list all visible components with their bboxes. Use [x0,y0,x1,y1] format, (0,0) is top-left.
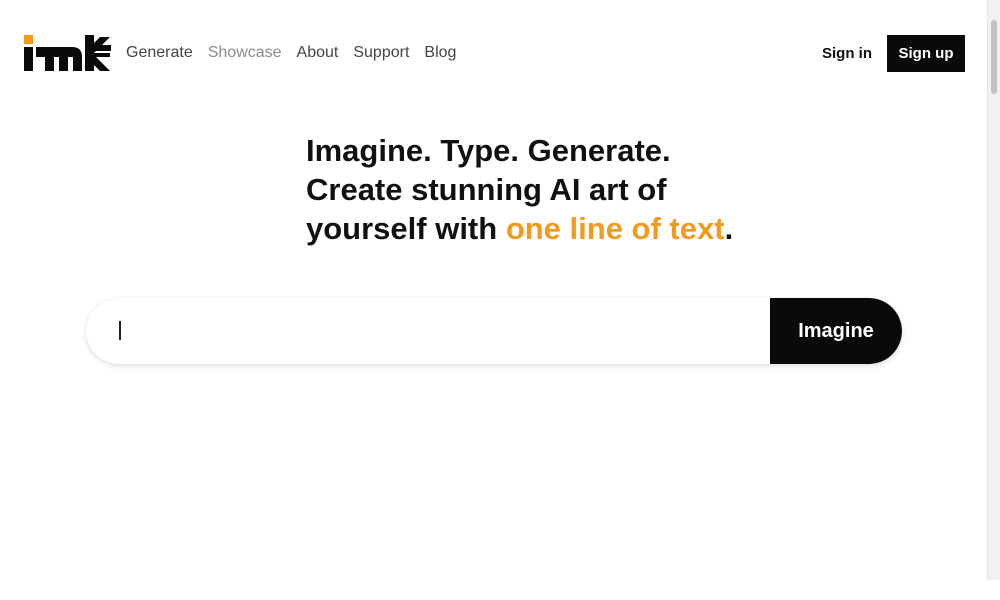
hero-line-1: Imagine. Type. Generate. [306,133,671,168]
nav-support[interactable]: Support [353,43,409,63]
page: Generate Showcase About Support Blog Sig… [0,0,1000,600]
page-scrollbar[interactable] [987,0,1000,580]
sign-in-button[interactable]: Sign in [822,45,872,62]
auth-actions: Sign in Sign up [822,35,965,72]
nav-generate[interactable]: Generate [126,43,193,63]
sign-up-button[interactable]: Sign up [887,35,965,72]
prompt-bar: Imagine [86,298,902,364]
hero-line-3-prefix: yourself with [306,211,506,246]
text-caret [119,321,121,340]
hero-line-3-suffix: . [724,211,734,246]
nav-blog[interactable]: Blog [424,43,456,63]
nav-about[interactable]: About [297,43,339,63]
scrollbar-thumb[interactable] [991,20,997,94]
site-header: Generate Showcase About Support Blog Sig… [0,0,988,106]
hero-line-2: Create stunning AI art of [306,172,667,207]
hero-heading: Imagine. Type. Generate. Create stunning… [306,131,826,248]
nav-showcase[interactable]: Showcase [208,43,282,63]
imagine-button[interactable]: Imagine [770,298,902,364]
main-nav: Generate Showcase About Support Blog [126,43,471,63]
brand-logo-icon[interactable] [22,33,112,73]
prompt-input[interactable] [86,298,770,364]
hero-highlight: one line of text [505,211,725,246]
